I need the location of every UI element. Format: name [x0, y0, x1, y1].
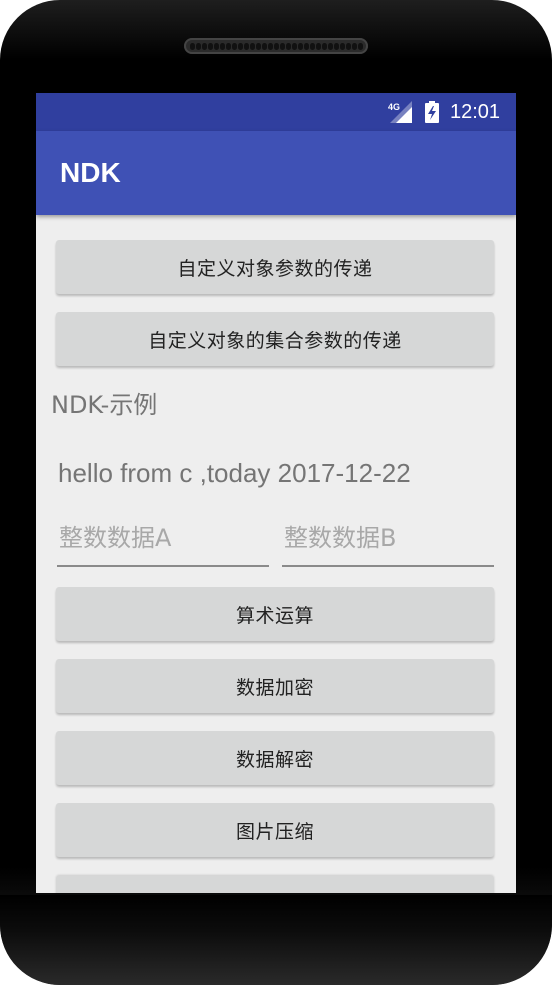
custom-object-param-button[interactable]: 自定义对象参数的传递 [56, 240, 494, 294]
decrypt-button[interactable]: 数据解密 [56, 731, 494, 785]
clock: 12:01 [450, 101, 501, 123]
status-bar: 4G 12:01 [36, 93, 516, 131]
partially-visible-button[interactable] [56, 876, 494, 893]
main-content: 自定义对象参数的传递 自定义对象的集合参数的传递 NDK-示例 hello fr… [36, 215, 516, 893]
section-title: NDK-示例 [51, 391, 158, 419]
phone-frame: 4G 12:01 NDK 自定义对象参数的传递 自定义对象的集合参数的传递 ND… [0, 0, 552, 985]
app-title: NDK [60, 157, 121, 188]
battery-charging-icon [425, 101, 439, 123]
cellular-signal-icon: 4G [388, 101, 412, 123]
encrypt-button[interactable]: 数据加密 [56, 659, 494, 713]
network-type: 4G [388, 102, 400, 112]
integer-b-input[interactable]: 整数数据B [282, 515, 494, 567]
arithmetic-button[interactable]: 算术运算 [56, 587, 494, 641]
custom-collection-param-button[interactable]: 自定义对象的集合参数的传递 [56, 312, 494, 366]
earpiece-speaker [184, 38, 368, 54]
compress-image-button[interactable]: 图片压缩 [56, 803, 494, 857]
phone-chin [0, 895, 552, 985]
native-output-text: hello from c ,today 2017-12-22 [58, 458, 411, 488]
integer-a-input[interactable]: 整数数据A [57, 515, 269, 567]
app-toolbar: NDK [36, 131, 516, 215]
device-screen: 4G 12:01 NDK 自定义对象参数的传递 自定义对象的集合参数的传递 ND… [36, 93, 516, 893]
